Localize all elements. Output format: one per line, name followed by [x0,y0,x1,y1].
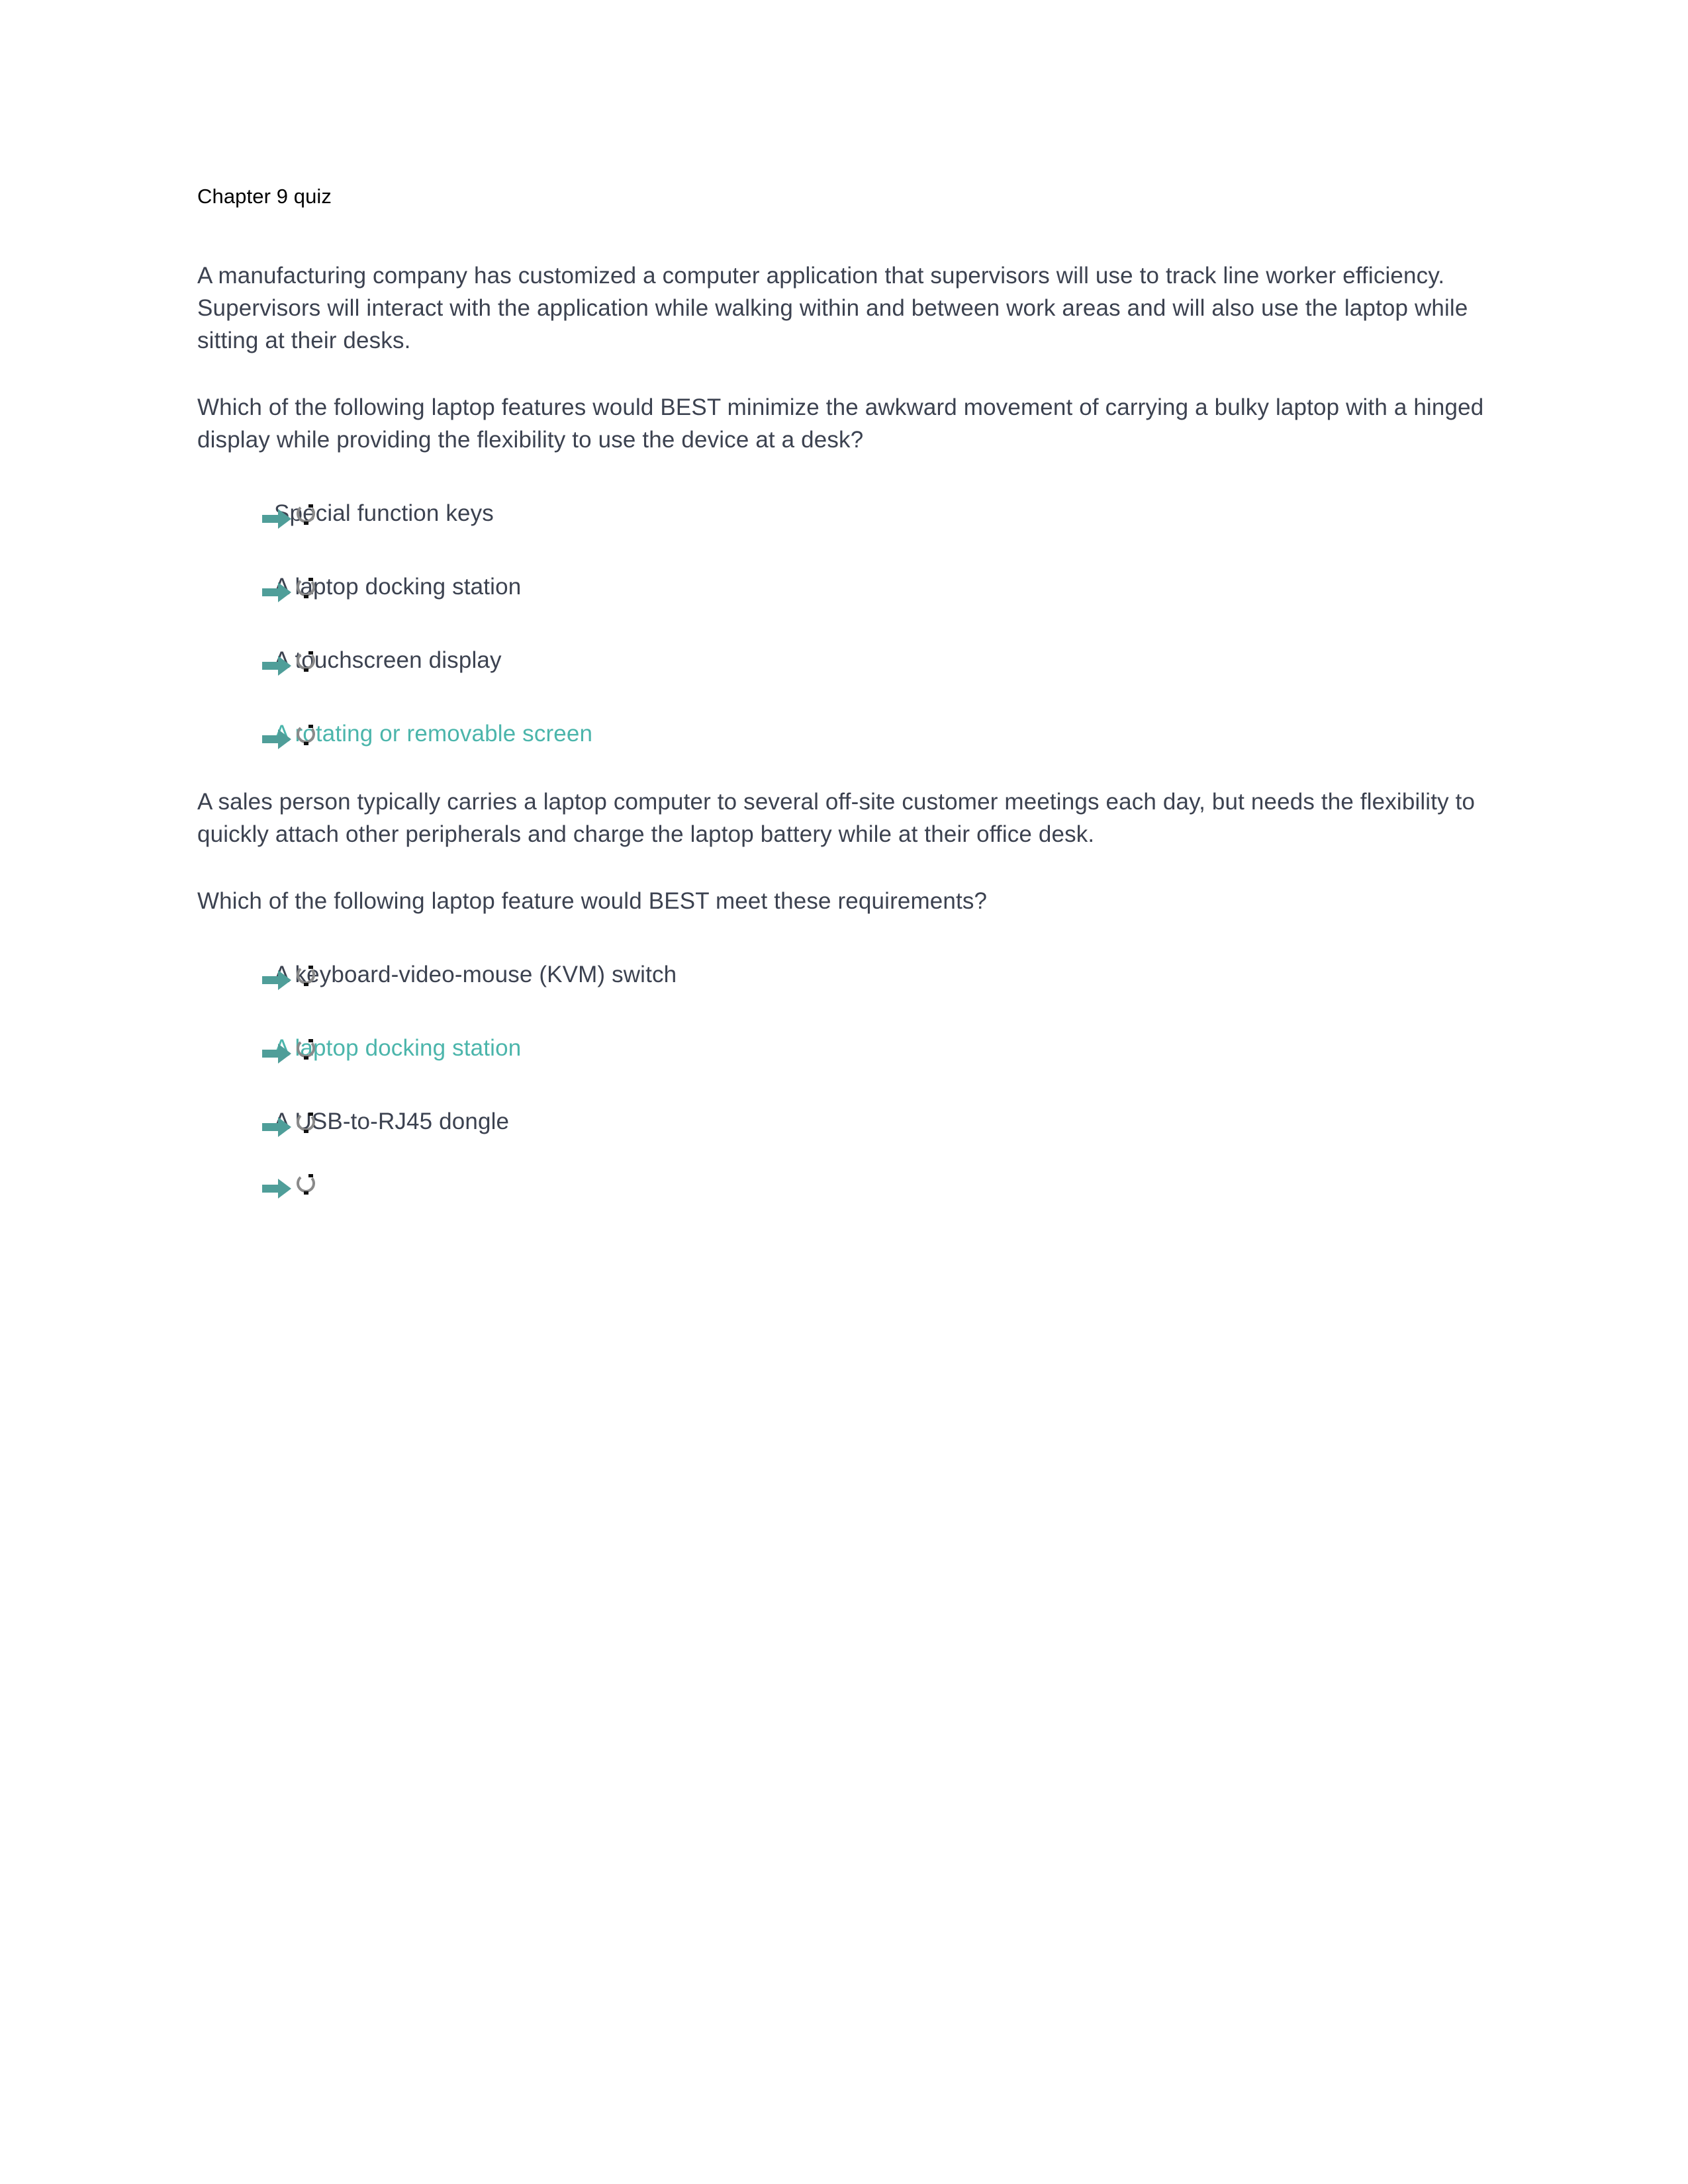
option-label-selected: A laptop docking station [274,1035,522,1061]
document-content: Chapter 9 quiz A manufacturing company h… [197,184,1488,1199]
spinner-circle-icon [294,1171,318,1197]
arrow-right-icon [262,728,293,751]
spinner-circle-icon [294,648,318,674]
question-block-2: A sales person typically carries a lapto… [197,786,1488,1199]
option-label: A laptop docking station [274,574,522,600]
arrow-right-icon [262,969,293,991]
option-marker [262,717,318,751]
answer-option[interactable]: A laptop docking station [197,570,1488,603]
question-prompt: Which of the following laptop feature wo… [197,888,988,914]
page-title: Chapter 9 quiz [197,185,332,208]
answer-option[interactable]: A touchscreen display [197,644,1488,676]
option-label: A keyboard-video-mouse (KVM) switch [274,962,677,987]
option-marker [262,1032,318,1065]
option-marker [262,1167,318,1200]
arrow-right-icon [262,508,293,530]
spinner-circle-icon [294,501,318,527]
arrow-right-icon [262,1116,293,1138]
spinner-circle-icon [294,574,318,601]
spinner-circle-icon [294,1036,318,1062]
option-label: A touchscreen display [274,647,502,673]
question-scenario: A sales person typically carries a lapto… [197,789,1476,847]
option-marker [262,497,318,530]
answer-option[interactable]: A rotating or removable screen [197,717,1488,750]
question-prompt: Which of the following laptop features w… [197,394,1484,453]
answer-option[interactable]: A laptop docking station [197,1032,1488,1064]
option-marker [262,570,318,604]
option-marker [262,958,318,991]
option-label: A USB-to-RJ45 dongle [274,1109,510,1134]
arrow-right-icon [262,655,293,677]
arrow-right-icon [262,1042,293,1065]
title-spacer [197,209,1488,259]
arrow-right-icon [262,1177,293,1200]
option-label: Special function keys [274,500,494,526]
spinner-circle-icon [294,962,318,989]
option-marker [262,1105,318,1138]
answer-option[interactable]: A USB-to-RJ45 dongle [197,1105,1488,1138]
spinner-circle-icon [294,721,318,748]
answer-option[interactable]: A keyboard-video-mouse (KVM) switch [197,958,1488,991]
question-block-1: A manufacturing company has customized a… [197,259,1488,750]
question-scenario: A manufacturing company has customized a… [197,263,1468,353]
document-page: Chapter 9 quiz A manufacturing company h… [0,0,1688,2184]
arrow-right-icon [262,581,293,604]
option-marker [262,644,318,677]
option-label-selected: A rotating or removable screen [274,721,593,747]
answer-option[interactable]: Special function keys [197,497,1488,529]
spinner-circle-icon [294,1109,318,1136]
